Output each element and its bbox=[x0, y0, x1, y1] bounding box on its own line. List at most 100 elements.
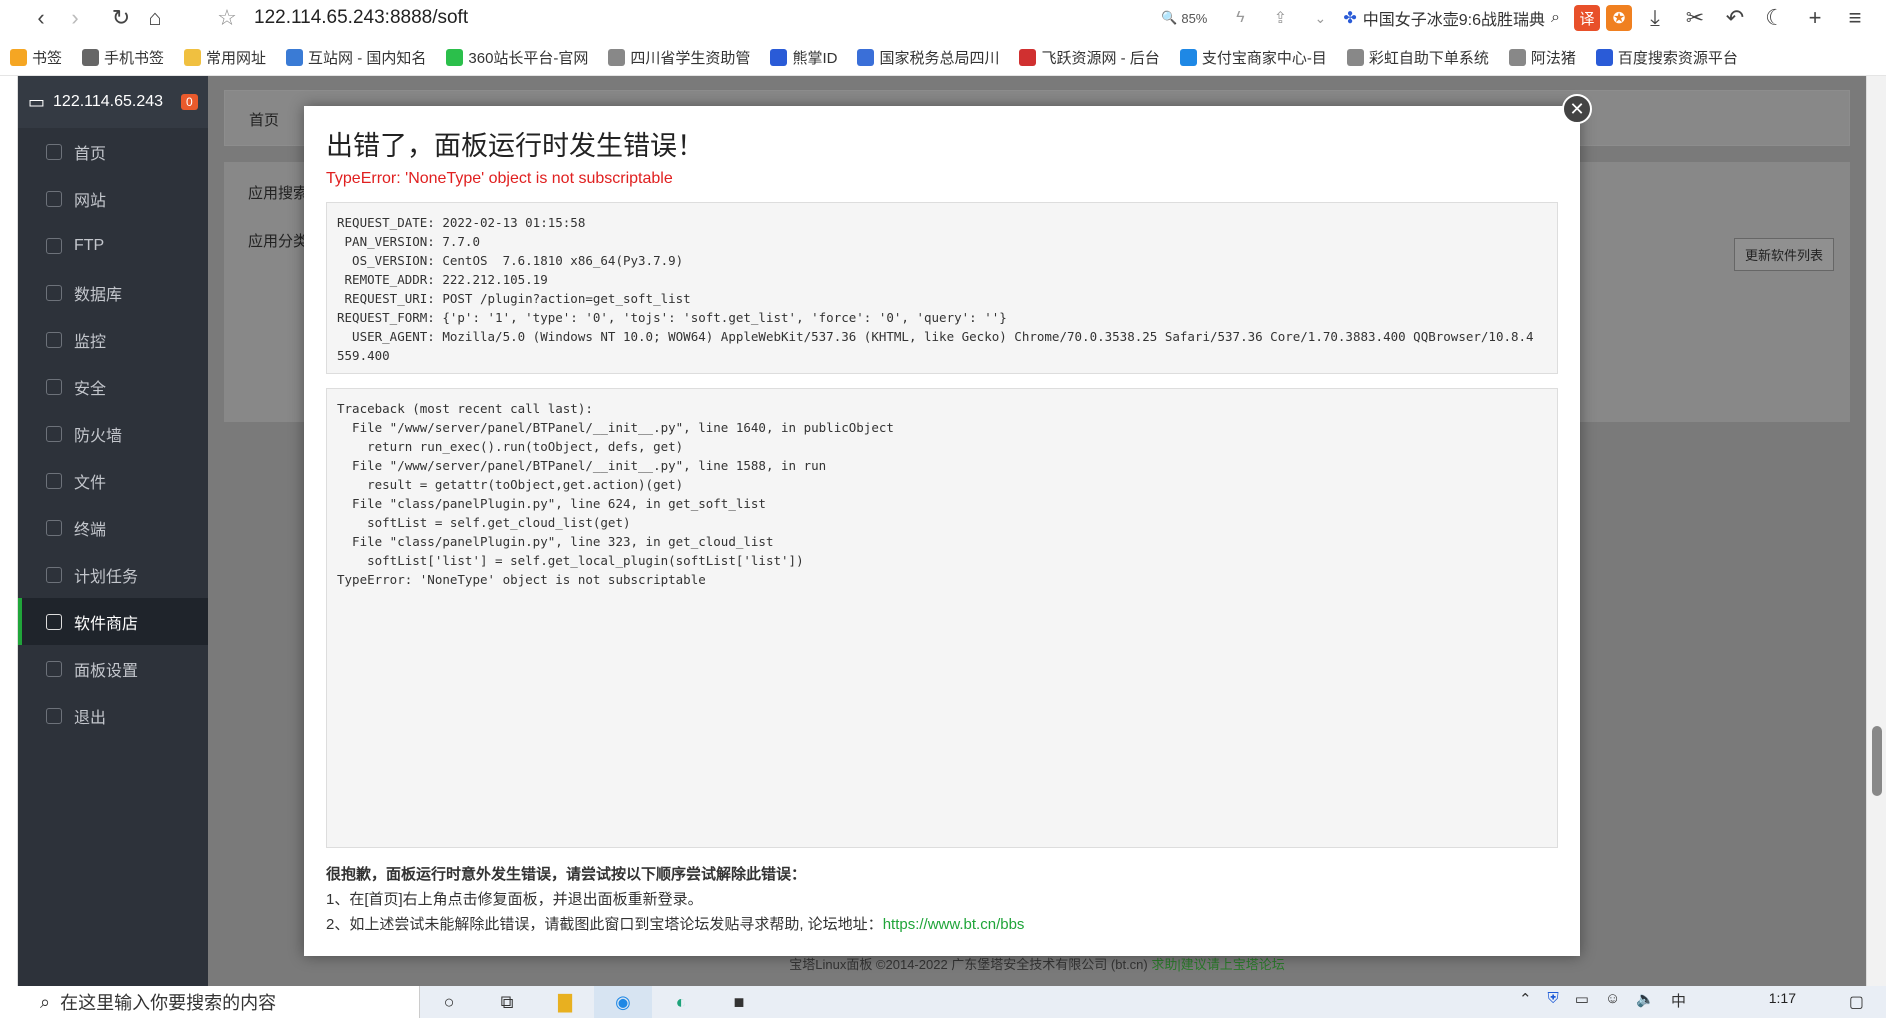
bookmark-label: 国家税务总局四川 bbox=[879, 50, 1000, 67]
sidebar-item-website[interactable]: 网站 bbox=[18, 175, 208, 222]
home-icon[interactable]: ⌂ bbox=[138, 1, 172, 35]
bookmark-item[interactable]: 阿法猪 bbox=[1499, 47, 1586, 68]
sidebar-item-cron[interactable]: 计划任务 bbox=[18, 551, 208, 598]
share-icon[interactable]: ⇪ bbox=[1263, 1, 1297, 35]
volume-icon[interactable]: 🔈 bbox=[1636, 990, 1655, 1011]
forward-icon[interactable]: › bbox=[58, 1, 92, 35]
database-icon bbox=[46, 284, 62, 301]
notification-icon[interactable]: ▢ bbox=[1849, 992, 1864, 1012]
bookmark-icon bbox=[82, 49, 100, 66]
search-icon[interactable]: ⌕ bbox=[1551, 9, 1560, 27]
bookmark-item[interactable]: 熊掌ID bbox=[760, 47, 847, 68]
shield-icon[interactable]: ⛨ bbox=[1548, 990, 1559, 1011]
search-icon: ⌕ bbox=[40, 991, 51, 1012]
qq-icon[interactable]: ☺ bbox=[1605, 990, 1620, 1011]
bookmark-item[interactable]: 书签 bbox=[0, 47, 72, 68]
zoom-indicator[interactable]: 🔍 85% bbox=[1161, 10, 1207, 26]
traceback-box: Traceback (most recent call last): File … bbox=[326, 388, 1558, 848]
sidebar-item-logout[interactable]: 退出 bbox=[18, 692, 208, 739]
forum-link[interactable]: 求助|建议请上宝塔论坛 bbox=[1151, 957, 1284, 972]
forum-url-link[interactable]: https://www.bt.cn/bbs bbox=[883, 916, 1025, 933]
sidebar-item-home[interactable]: 首页 bbox=[18, 128, 208, 175]
game-icon[interactable]: ✪ bbox=[1606, 5, 1632, 31]
bookmark-label: 飞跃资源网 - 后台 bbox=[1041, 50, 1160, 67]
sidebar-item-terminal[interactable]: 终端 bbox=[18, 504, 208, 551]
bookmark-label: 阿法猪 bbox=[1530, 50, 1576, 67]
bookmark-icon bbox=[1595, 49, 1613, 66]
taskbar-search[interactable]: ⌕ 在这里输入你要搜索的内容 bbox=[0, 986, 420, 1018]
browser-toolbar: ‹ › ↻ ⌂ ☆ 122.114.65.243:8888/soft 🔍 85% … bbox=[0, 0, 1886, 36]
edge-icon[interactable]: ◐ bbox=[652, 986, 710, 1018]
hint-step-1: 1、在[首页]右上角点击修复面板，并退出面板重新登录。 bbox=[326, 891, 703, 908]
bookmark-item[interactable]: 常用网址 bbox=[174, 47, 276, 68]
logout-icon bbox=[46, 707, 62, 724]
sidebar-item-label: 计划任务 bbox=[74, 568, 139, 586]
notification-badge[interactable]: 0 bbox=[181, 94, 198, 110]
bookmark-label: 支付宝商家中心-目 bbox=[1201, 50, 1327, 67]
bookmark-item[interactable]: 支付宝商家中心-目 bbox=[1170, 47, 1337, 68]
bookmark-item[interactable]: 手机书签 bbox=[72, 47, 174, 68]
bookmarks-bar: 书签 手机书签 常用网址 互站网 - 国内知名 360站长平台-官网 四川省学生资助管 熊掌… bbox=[0, 40, 1886, 76]
bookmark-item[interactable]: 百度搜索资源平台 bbox=[1586, 47, 1748, 68]
bookmark-icon bbox=[1019, 49, 1037, 66]
scrollbar[interactable] bbox=[1866, 76, 1886, 986]
task-view-icon[interactable]: ⧉ bbox=[478, 986, 536, 1018]
bookmark-item[interactable]: 四川省学生资助管 bbox=[598, 47, 760, 68]
plus-icon[interactable]: + bbox=[1798, 1, 1832, 35]
sidebar-item-files[interactable]: 文件 bbox=[18, 457, 208, 504]
close-icon[interactable]: ✕ bbox=[1562, 94, 1592, 124]
toolbar-right: 🔍 85% ϟ ⇪ ⌄ ✤ 中国女子冰壶9:6战胜瑞典 ⌕ 译 ✪ ⤓ ✂ ↶ ☾ +… bbox=[1161, 0, 1886, 36]
translate-icon[interactable]: 译 bbox=[1574, 5, 1600, 31]
sidebar-item-database[interactable]: 数据库 bbox=[18, 269, 208, 316]
chevron-down-icon[interactable]: ⌄ bbox=[1303, 1, 1337, 35]
bookmark-item[interactable]: 互站网 - 国内知名 bbox=[276, 47, 436, 68]
sidebar-item-settings[interactable]: 面板设置 bbox=[18, 645, 208, 692]
scissors-icon[interactable]: ✂ bbox=[1678, 1, 1712, 35]
battery-icon[interactable]: ▭ bbox=[1575, 990, 1589, 1011]
bookmark-item[interactable]: 国家税务总局四川 bbox=[847, 47, 1009, 68]
windows-taskbar: ⌕ 在这里输入你要搜索的内容 ○ ⧉ ▇ ◉ ◐ ■ ⌃ ⛨ ▭ ☺ 🔈 中 1:… bbox=[0, 986, 1886, 1018]
sidebar-item-firewall[interactable]: 防火墙 bbox=[18, 410, 208, 457]
update-soft-list-button[interactable]: 更新软件列表 bbox=[1733, 238, 1834, 271]
sidebar-item-label: FTP bbox=[74, 236, 105, 254]
cortana-icon[interactable]: ○ bbox=[420, 986, 478, 1018]
bookmark-item[interactable]: 飞跃资源网 - 后台 bbox=[1009, 47, 1169, 68]
terminal-icon[interactable]: ■ bbox=[710, 986, 768, 1018]
undo-icon[interactable]: ↶ bbox=[1718, 1, 1752, 35]
server-header[interactable]: ▭ 122.114.65.243 0 bbox=[18, 76, 208, 128]
bookmark-label: 彩虹自助下单系统 bbox=[1368, 50, 1489, 67]
bookmark-icon bbox=[10, 49, 27, 66]
sidebar-item-label: 首页 bbox=[74, 145, 107, 163]
sidebar-item-monitor[interactable]: 监控 bbox=[18, 316, 208, 363]
sidebar-item-label: 退出 bbox=[74, 709, 107, 727]
lightning-icon[interactable]: ϟ bbox=[1223, 1, 1257, 35]
qqbrowser-icon[interactable]: ◉ bbox=[594, 986, 652, 1018]
clock[interactable]: 1:17 bbox=[1769, 990, 1796, 1006]
settings-icon bbox=[46, 660, 62, 677]
bookmark-item[interactable]: 彩虹自助下单系统 bbox=[1337, 47, 1499, 68]
star-icon[interactable]: ☆ bbox=[210, 1, 244, 35]
bookmark-item[interactable]: 360站长平台-官网 bbox=[436, 47, 598, 68]
bookmark-icon bbox=[184, 49, 202, 66]
moon-icon[interactable]: ☾ bbox=[1758, 1, 1792, 35]
reload-icon[interactable]: ↻ bbox=[104, 1, 138, 35]
news-ticker[interactable]: ✤ 中国女子冰壶9:6战胜瑞典 ⌕ bbox=[1343, 6, 1560, 30]
download-icon[interactable]: ⤓ bbox=[1638, 1, 1672, 35]
menu-icon[interactable]: ≡ bbox=[1838, 1, 1872, 35]
sidebar-item-security[interactable]: 安全 bbox=[18, 363, 208, 410]
file-explorer-icon[interactable]: ▇ bbox=[536, 986, 594, 1018]
error-message: TypeError: 'NoneType' object is not subs… bbox=[326, 170, 673, 187]
bookmark-icon bbox=[608, 49, 626, 66]
search-label: 应用搜索 bbox=[248, 185, 309, 202]
sidebar-item-ftp[interactable]: FTP bbox=[18, 222, 208, 269]
request-info-box: REQUEST_DATE: 2022-02-13 01:15:58 PAN_VE… bbox=[326, 202, 1558, 374]
breadcrumb-home[interactable]: 首页 bbox=[249, 109, 279, 130]
sidebar-item-label: 防火墙 bbox=[74, 427, 123, 445]
sidebar-item-soft-store[interactable]: 软件商店 bbox=[18, 598, 208, 645]
scroll-thumb[interactable] bbox=[1872, 726, 1882, 796]
back-icon[interactable]: ‹ bbox=[24, 1, 58, 35]
address-bar[interactable]: 122.114.65.243:8888/soft bbox=[254, 7, 468, 29]
hint-step-2: 2、如上述尝试未能解除此错误，请截图此窗口到宝塔论坛发贴寻求帮助, 论坛地址： bbox=[326, 916, 883, 933]
chevron-up-icon[interactable]: ⌃ bbox=[1519, 990, 1532, 1011]
ime-indicator[interactable]: 中 bbox=[1671, 990, 1686, 1011]
